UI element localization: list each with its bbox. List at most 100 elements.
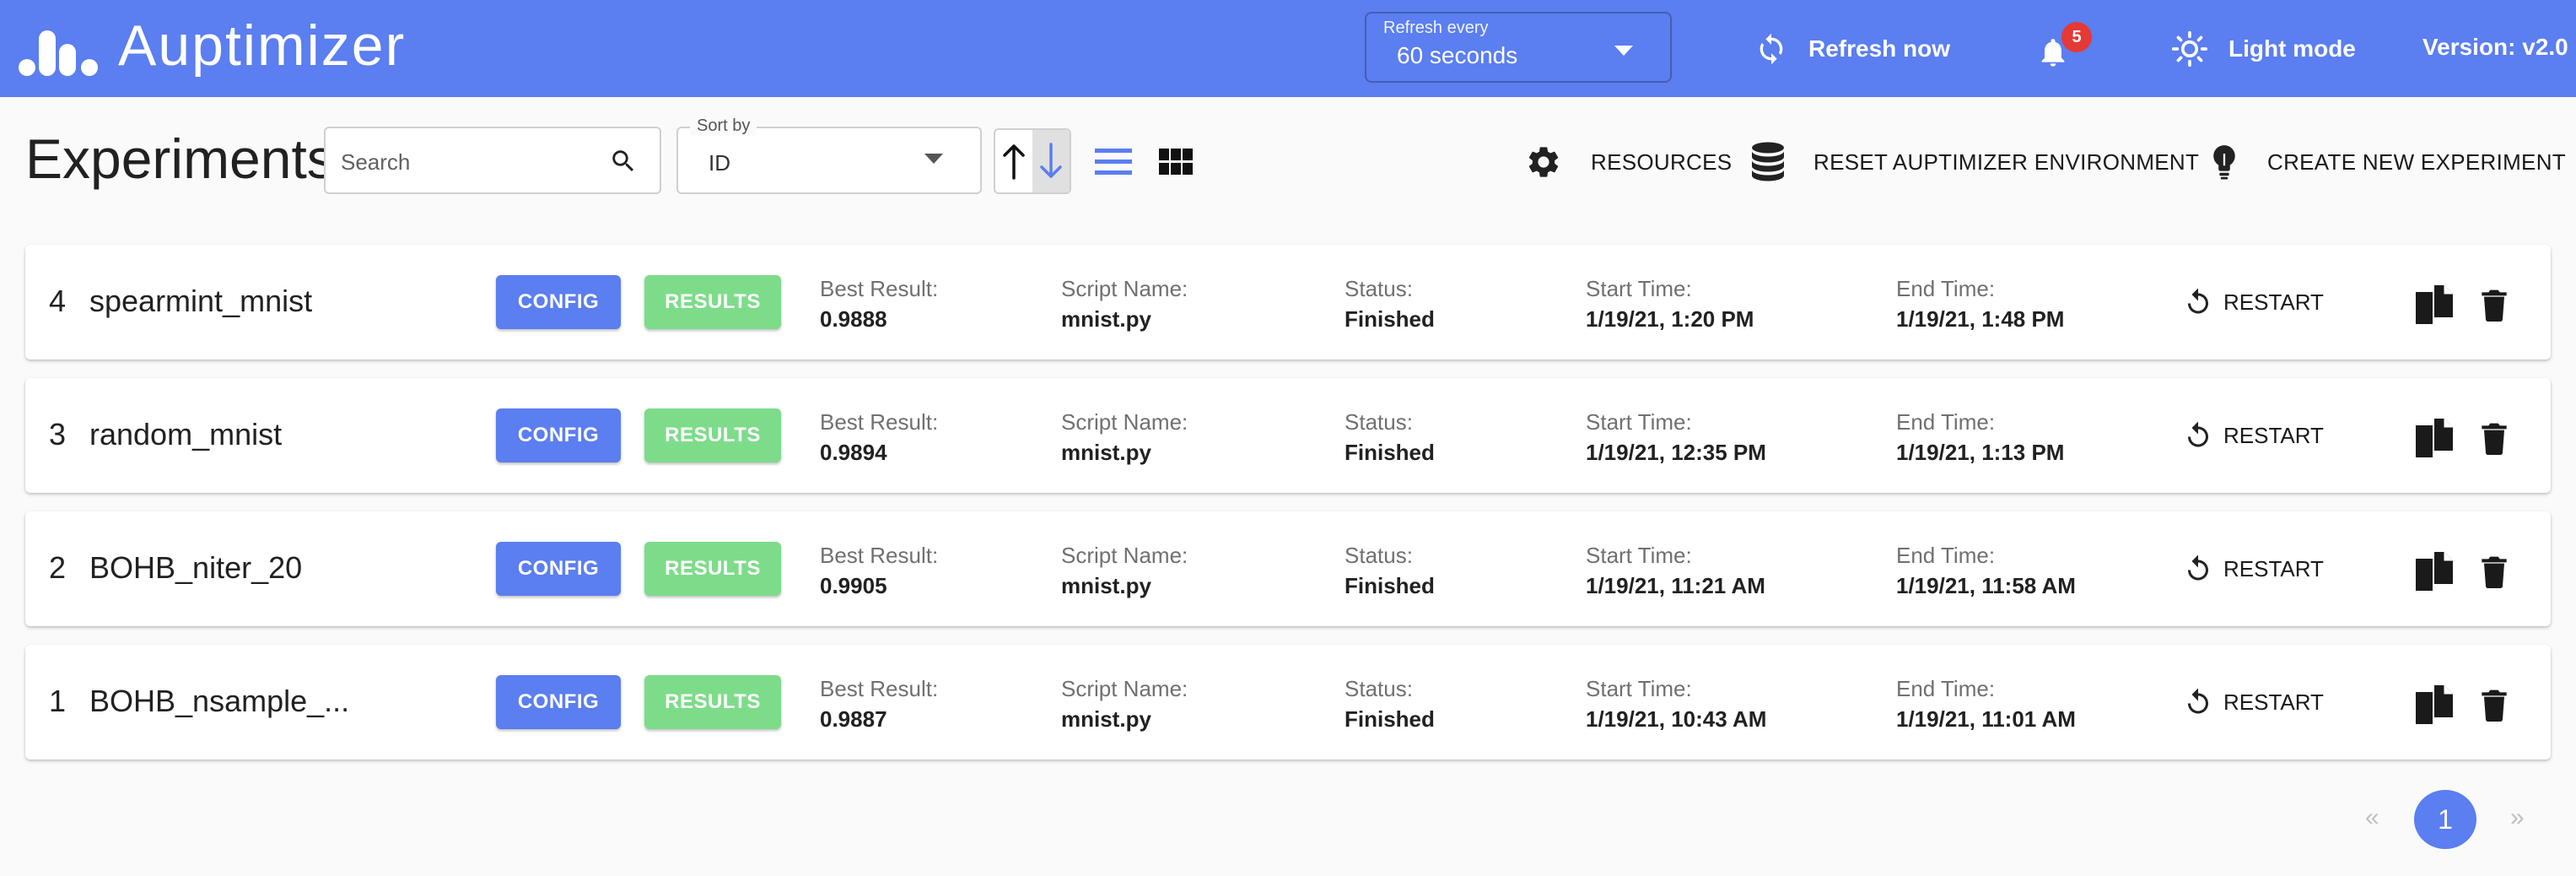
resources-button[interactable]: RESOURCES [1525,137,1732,187]
end-time-label: End Time: [1896,543,1996,568]
arrow-down-icon [1040,143,1062,178]
chevron-down-icon [924,154,943,164]
script-name-field: Script Name: mnist.py [1061,275,1188,336]
delete-button[interactable] [2475,282,2514,327]
copy-button[interactable] [2411,415,2456,461]
refresh-interval-value: 60 seconds [1397,42,1518,68]
sort-descending-button[interactable] [1032,130,1070,192]
best-result-field: Best Result: 0.9894 [820,408,938,469]
reset-environment-label: RESET AUPTIMIZER ENVIRONMENT [1813,149,2200,175]
page-title: Experiments [25,127,335,190]
script-name-label: Script Name: [1061,543,1188,568]
end-time-field: End Time: 1/19/21, 1:48 PM [1896,275,2064,336]
refresh-now-button[interactable]: Refresh now [1754,25,1950,73]
status-label: Status: [1345,276,1413,301]
results-button[interactable]: RESULTS [644,542,781,596]
notification-count-badge: 5 [2061,22,2092,52]
restart-label: RESTART [2223,289,2324,315]
copy-button[interactable] [2411,282,2456,327]
end-time-value: 1/19/21, 11:58 AM [1896,573,2076,598]
next-page-button[interactable]: » [2510,803,2525,832]
status-field: Status: Finished [1345,675,1435,736]
notifications-button[interactable]: 5 [2036,22,2092,74]
best-result-label: Best Result: [820,676,939,701]
delete-button[interactable] [2475,415,2514,461]
status-field: Status: Finished [1345,275,1435,336]
top-app-bar: Auptimizer Refresh every 60 seconds Refr… [0,0,2576,97]
search-input[interactable] [341,143,594,181]
version-label: Version: v2.0 [2422,34,2568,60]
experiment-card: 1 BOHB_nsample_... CONFIG RESULTS Best R… [25,645,2551,760]
create-experiment-button[interactable]: CREATE NEW EXPERIMENT [2210,137,2566,187]
end-time-value: 1/19/21, 11:01 AM [1896,706,2076,732]
script-name-value: mnist.py [1061,306,1151,332]
status-value: Finished [1345,306,1435,332]
light-mode-toggle[interactable]: Light mode [2171,25,2356,73]
previous-page-button[interactable]: « [2365,803,2379,832]
copy-icon [2416,685,2453,724]
arrow-up-icon [1003,144,1025,180]
start-time-value: 1/19/21, 1:20 PM [1586,306,1754,332]
copy-button[interactable] [2411,549,2456,594]
experiment-name: random_mnist [89,417,283,452]
sort-by-select[interactable]: Sort by ID [676,116,982,194]
reset-environment-button[interactable]: RESET AUPTIMIZER ENVIRONMENT [1751,137,2199,187]
experiment-id: 1 [49,684,67,718]
config-button[interactable]: CONFIG [496,542,621,596]
start-time-value: 1/19/21, 10:43 AM [1586,706,1767,732]
search-icon[interactable] [609,147,638,176]
refresh-interval-select[interactable]: Refresh every 60 seconds [1365,12,1672,83]
trash-icon [2482,423,2507,455]
restart-button[interactable]: RESTART [2183,680,2324,724]
grid-view-icon [1159,149,1193,175]
search-box [324,127,661,194]
refresh-icon [1760,33,1783,65]
copy-icon [2416,419,2453,457]
script-name-field: Script Name: mnist.py [1061,542,1188,603]
restart-label: RESTART [2223,555,2324,581]
best-result-value: 0.9888 [820,306,887,332]
delete-button[interactable] [2475,682,2514,727]
config-button[interactable]: CONFIG [496,408,621,462]
gear-icon [1528,147,1559,177]
restart-button[interactable]: RESTART [2183,414,2324,457]
results-button[interactable]: RESULTS [644,275,781,329]
sort-by-value: ID [709,150,730,176]
results-button[interactable]: RESULTS [644,675,781,729]
start-time-field: Start Time: 1/19/21, 1:20 PM [1586,275,1754,336]
refresh-now-label: Refresh now [1808,35,1951,62]
experiment-card: 2 BOHB_niter_20 CONFIG RESULTS Best Resu… [25,511,2551,626]
start-time-label: Start Time: [1586,409,1692,435]
config-button[interactable]: CONFIG [496,275,621,329]
restart-icon [2188,421,2208,447]
results-button[interactable]: RESULTS [644,408,781,462]
auptimizer-logo-icon [19,30,98,76]
restart-icon [2188,554,2208,581]
script-name-value: mnist.py [1061,706,1151,732]
sort-ascending-button[interactable] [995,130,1032,192]
restart-button[interactable]: RESTART [2183,547,2324,591]
experiment-name: spearmint_mnist [89,284,313,318]
page-1-button[interactable]: 1 [2414,790,2476,849]
copy-button[interactable] [2411,682,2456,727]
grid-view-button[interactable] [1156,143,1196,181]
best-result-label: Best Result: [820,276,939,301]
restart-label: RESTART [2223,422,2324,448]
config-button[interactable]: CONFIG [496,675,621,729]
end-time-value: 1/19/21, 1:13 PM [1896,440,2065,465]
resources-label: RESOURCES [1591,149,1733,175]
database-icon [1752,142,1784,181]
copy-icon [2416,285,2453,324]
list-view-button[interactable] [1093,143,1134,181]
best-result-value: 0.9905 [820,573,887,598]
end-time-field: End Time: 1/19/21, 11:58 AM [1896,542,2076,603]
best-result-field: Best Result: 0.9888 [820,275,938,336]
restart-icon [2188,688,2208,714]
restart-button[interactable]: RESTART [2183,280,2324,324]
delete-button[interactable] [2475,549,2514,594]
script-name-label: Script Name: [1061,409,1188,435]
best-result-field: Best Result: 0.9887 [820,675,938,736]
best-result-label: Best Result: [820,543,939,568]
status-label: Status: [1345,676,1413,701]
copy-icon [2416,552,2453,591]
